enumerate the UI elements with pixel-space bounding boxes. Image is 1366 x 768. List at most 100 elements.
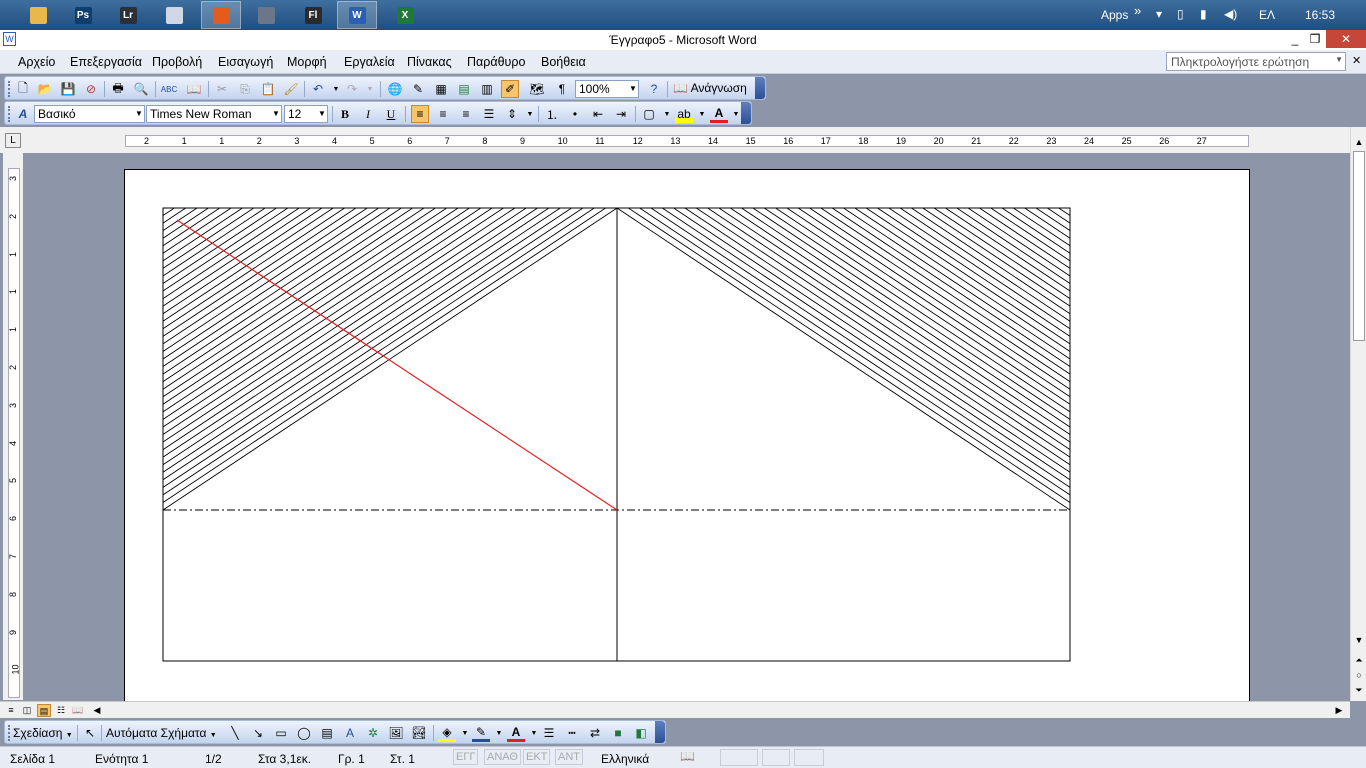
font-color-icon[interactable]: A — [710, 105, 728, 123]
insert-table-icon[interactable]: ▦ — [432, 80, 450, 98]
status-line[interactable]: Γρ. 1 — [338, 752, 365, 766]
line-spacing-dropdown-icon[interactable]: ▼ — [521, 105, 539, 123]
spelling-status-icon[interactable]: 📖 — [680, 749, 695, 763]
align-right-icon[interactable]: ≡ — [457, 105, 475, 123]
increase-indent-icon[interactable]: ⇥ — [612, 105, 630, 123]
outline-view-icon[interactable]: ☷ — [54, 704, 68, 717]
style-select[interactable]: Βασικό ▼ — [34, 105, 145, 123]
wordart-icon[interactable]: A — [341, 724, 359, 742]
decrease-indent-icon[interactable]: ⇤ — [589, 105, 607, 123]
status-language[interactable]: Ελληνικά — [601, 752, 649, 766]
clock[interactable]: 16:53 — [1305, 8, 1335, 22]
undo-icon[interactable]: ↶ — [309, 80, 327, 98]
taskbar-app-settings[interactable] — [246, 1, 286, 29]
columns-icon[interactable]: ▥ — [478, 80, 496, 98]
menu-table[interactable]: Πίνακας — [407, 55, 452, 69]
styles-icon[interactable]: A — [14, 105, 32, 123]
align-left-icon[interactable]: ≡ — [411, 105, 429, 123]
paste-icon[interactable]: 📋 — [259, 80, 277, 98]
chevron-down-icon[interactable]: ▼ — [628, 81, 638, 97]
status-extend[interactable]: ΕΚΤ — [523, 749, 551, 765]
shadow-style-icon[interactable]: ■ — [609, 724, 627, 742]
line-color-dropdown-icon[interactable]: ▼ — [490, 724, 508, 742]
normal-view-icon[interactable]: ≡ — [4, 704, 18, 717]
scroll-right-icon[interactable]: ▶ — [1332, 704, 1346, 717]
clip-art-icon[interactable]: 🖼 — [387, 724, 405, 742]
numbering-icon[interactable]: ⒈ — [543, 105, 561, 123]
status-page[interactable]: Σελίδα 1 — [10, 752, 55, 766]
previous-page-icon[interactable]: ⏶ — [1351, 653, 1366, 667]
tab-selector[interactable]: L — [5, 133, 21, 148]
copy-icon[interactable]: ⎘ — [236, 80, 254, 98]
toolbar-options-icon[interactable] — [655, 721, 665, 743]
menu-edit[interactable]: Επεξεργασία — [70, 55, 142, 69]
menu-window[interactable]: Παράθυρο — [467, 55, 525, 69]
show-hide-icon[interactable]: ¶ — [553, 80, 571, 98]
status-macro-recording[interactable]: ΕΓΓ — [453, 749, 479, 765]
redo-icon[interactable]: ↷ — [343, 80, 361, 98]
picture-icon[interactable]: 🏞 — [410, 724, 428, 742]
borders-icon[interactable]: ▢ — [640, 105, 658, 123]
web-view-icon[interactable]: ◫ — [20, 704, 34, 717]
reading-view-icon[interactable]: 📖 — [71, 704, 85, 717]
status-page-count[interactable]: 1/2 — [205, 752, 222, 766]
language-indicator[interactable]: ΕΛ — [1259, 8, 1275, 22]
document-map-icon[interactable]: 🗺 — [528, 80, 546, 98]
print-preview-icon[interactable]: 🔍 — [132, 80, 150, 98]
toolbar-grip[interactable] — [8, 725, 11, 741]
open-folder-icon[interactable]: 📂 — [36, 80, 54, 98]
menu-format[interactable]: Μορφή — [287, 55, 327, 69]
status-position[interactable]: Στα 3,1εκ. — [258, 752, 311, 766]
apps-label[interactable]: Apps — [1101, 8, 1128, 22]
3d-style-icon[interactable]: ◧ — [632, 724, 650, 742]
save-icon[interactable]: 💾 — [59, 80, 77, 98]
next-page-icon[interactable]: ⏷ — [1351, 683, 1366, 697]
line-tool-icon[interactable]: ╲ — [226, 724, 244, 742]
font-size-select[interactable]: 12 ▼ — [284, 105, 328, 123]
format-painter-icon[interactable]: 🖌 — [282, 80, 300, 98]
taskbar-app-photoshop[interactable]: Ps — [63, 1, 103, 29]
font-color-icon[interactable]: A — [507, 724, 525, 742]
volume-icon[interactable]: ◀) — [1224, 7, 1237, 21]
line-spacing-icon[interactable]: ⇕ — [503, 105, 521, 123]
chevron-icon[interactable]: » — [1134, 3, 1141, 18]
arrow-style-icon[interactable]: ⇄ — [586, 724, 604, 742]
signal-icon[interactable]: ▮ — [1200, 7, 1207, 21]
taskbar-app-firefox[interactable] — [201, 1, 241, 29]
tables-borders-icon[interactable]: ✎ — [409, 80, 427, 98]
scroll-thumb[interactable] — [1353, 151, 1365, 341]
print-icon[interactable]: 🖶 — [109, 80, 127, 98]
cut-icon[interactable]: ✂ — [213, 80, 231, 98]
dash-style-icon[interactable]: ┅ — [563, 724, 581, 742]
toolbar-grip[interactable] — [8, 106, 11, 122]
battery-icon[interactable]: ▯ — [1177, 7, 1184, 21]
scroll-left-icon[interactable]: ◀ — [90, 704, 104, 717]
close-button[interactable]: ✕ — [1326, 30, 1366, 48]
permission-icon[interactable]: ⊘ — [82, 80, 100, 98]
chevron-down-icon[interactable]: ▼ — [317, 106, 327, 122]
arrow-tool-icon[interactable]: ↘ — [249, 724, 267, 742]
browse-object-icon[interactable]: ○ — [1351, 668, 1366, 682]
insert-excel-icon[interactable]: ▤ — [455, 80, 473, 98]
chevron-down-icon[interactable]: ▼ — [134, 106, 144, 122]
dropdown-icon[interactable]: ▾ — [1156, 7, 1162, 21]
fill-color-icon[interactable]: ◈ — [438, 724, 456, 742]
font-select[interactable]: Times New Roman ▼ — [146, 105, 282, 123]
menu-help[interactable]: Βοήθεια — [541, 55, 586, 69]
doc-close-button[interactable]: ✕ — [1352, 54, 1361, 67]
borders-dropdown-icon[interactable]: ▼ — [658, 105, 676, 123]
bullets-icon[interactable]: • — [566, 105, 584, 123]
line-style-icon[interactable]: ☰ — [540, 724, 558, 742]
status-section[interactable]: Ενότητα 1 — [95, 752, 148, 766]
scroll-down-icon[interactable]: ▼ — [1351, 633, 1366, 647]
align-center-icon[interactable]: ≡ — [434, 105, 452, 123]
line-color-icon[interactable]: ✎ — [472, 724, 490, 742]
taskbar-app-file-explorer[interactable] — [18, 1, 58, 29]
chevron-down-icon[interactable]: ▼ — [271, 106, 281, 122]
taskbar-app-lightroom[interactable]: Lr — [108, 1, 148, 29]
hyperlink-icon[interactable]: 🌐 — [386, 80, 404, 98]
chevron-down-icon[interactable]: ▼ — [1335, 55, 1343, 64]
horizontal-scrollbar[interactable]: ≡ ◫ ▤ ☷ 📖 ◀ ▶ — [0, 701, 1350, 718]
taskbar-app-flash[interactable]: Fl — [293, 1, 333, 29]
zoom-select[interactable]: 100% ▼ — [575, 80, 639, 98]
